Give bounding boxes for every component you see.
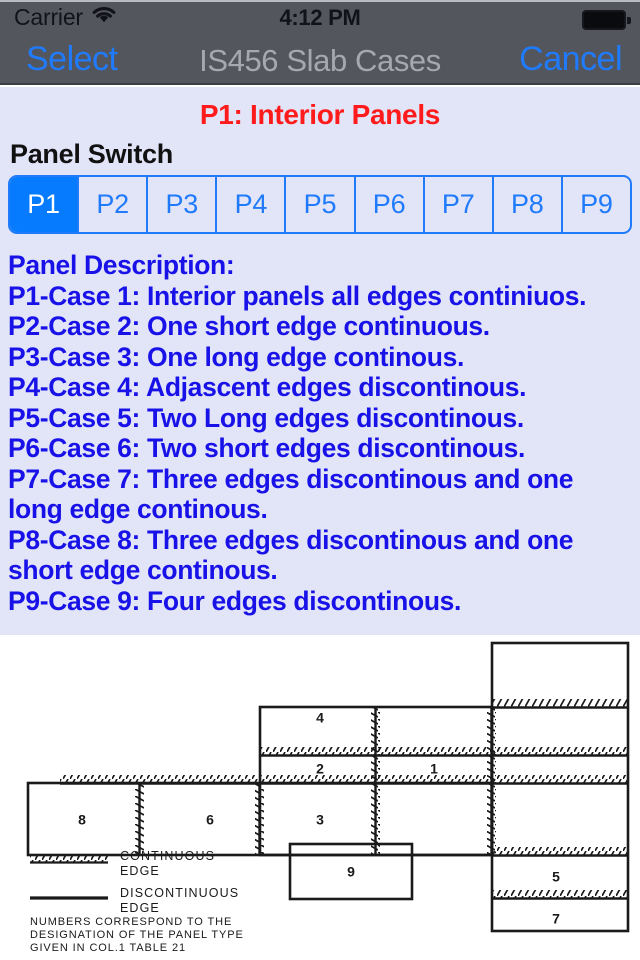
panel-column-right — [490, 641, 630, 933]
note-line-1: NUMBERS CORRESPOND TO THE — [30, 916, 232, 928]
description-line-p3: P3-Case 3: One long edge continous. — [8, 341, 464, 372]
case-title: P1: Interior Panels — [199, 99, 441, 130]
navigation-bar: Select IS456 Slab Cases Cancel — [0, 36, 640, 85]
continuous-edge-v4 — [135, 783, 144, 855]
legend-continuous-line1: CONTINUOUS — [120, 849, 215, 863]
panel-label-3: 3 — [316, 812, 324, 828]
description-heading: Panel Description: — [8, 250, 235, 280]
segment-p4[interactable]: P4 — [217, 177, 287, 232]
segment-p5[interactable]: P5 — [286, 177, 356, 232]
legend-discontinuous-line1: DISCONTINUOUS — [120, 886, 239, 900]
panel-label-1: 1 — [430, 761, 438, 777]
description-line-p2: P2-Case 2: One short edge continuous. — [8, 311, 490, 341]
panel-description-block: Panel Description: P1-Case 1: Interior p… — [8, 250, 630, 616]
segment-p6[interactable]: P6 — [356, 177, 425, 232]
slab-panel-diagram: 4 2 1 3 6 8 5 7 9 CONTINUOUS EDGE DISCON… — [0, 635, 640, 960]
panel-label-4: 4 — [316, 710, 324, 726]
description-line-p7: P7-Case 7: Three edges discontinous and … — [8, 463, 574, 525]
description-line-p5: P5-Case 5: Two Long edges discontinous. — [8, 402, 524, 433]
segment-p2[interactable]: P2 — [79, 177, 149, 232]
description-line-p9: P9-Case 9: Four edges discontinous. — [8, 585, 462, 616]
continuous-edge-v3 — [255, 783, 264, 855]
continuous-edge-h1 — [260, 747, 628, 757]
battery-icon — [582, 10, 631, 30]
diagram-note: NUMBERS CORRESPOND TO THE DESIGNATION OF… — [30, 916, 244, 954]
panel-label-5: 5 — [552, 869, 560, 885]
segment-p7[interactable]: P7 — [425, 177, 494, 232]
note-line-2: DESIGNATION OF THE PANEL TYPE — [30, 929, 244, 941]
diagram-legend: CONTINUOUS EDGE DISCONTINUOUS EDGE — [30, 849, 239, 915]
panel-label-7: 7 — [552, 911, 560, 927]
panel-label-2: 2 — [316, 761, 324, 777]
continuous-edge-h5 — [492, 890, 628, 900]
continuous-edge-h3 — [492, 699, 628, 709]
panel-label-8: 8 — [78, 812, 86, 828]
continuous-edge-v1 — [371, 707, 380, 855]
panel-segmented-control[interactable]: P1 P2 P3 P4 P5 P6 P7 P8 P9 — [8, 175, 632, 234]
description-line-p4: P4-Case 4: Adjascent edges discontinous. — [8, 372, 527, 402]
panel-switch-label: Panel Switch — [10, 139, 173, 169]
continuous-edge-h4 — [492, 847, 628, 857]
note-line-3: GIVEN IN COL.1 TABLE 21 — [30, 942, 186, 954]
continuous-edge-h2 — [60, 775, 628, 785]
panel-label-9: 9 — [347, 864, 355, 880]
diagram-geometry: 4 2 1 3 6 8 5 7 9 CONTINUOUS EDGE DISCON… — [26, 641, 630, 954]
legend-symbol-continuous — [30, 854, 108, 864]
description-line-p6: P6-Case 6: Two short edges discontinous. — [8, 433, 526, 463]
description-line-p8: P8-Case 8: Three edges discontinous and … — [8, 524, 574, 586]
status-time: 4:12 PM — [279, 5, 361, 30]
cancel-button[interactable]: Cancel — [519, 40, 622, 79]
diagram-svg: 4 2 1 3 6 8 5 7 9 CONTINUOUS EDGE DISCON… — [26, 641, 630, 954]
legend-discontinuous-line2: EDGE — [120, 901, 160, 915]
legend-continuous-line2: EDGE — [120, 864, 160, 878]
panel-label-6: 6 — [206, 812, 214, 828]
segment-p1[interactable]: P1 — [10, 177, 80, 232]
content-panel: P1: Interior Panels Panel Switch P1 P2 P… — [0, 87, 640, 635]
segment-p8[interactable]: P8 — [494, 177, 563, 232]
segment-p3[interactable]: P3 — [148, 177, 218, 232]
status-bar: Carrier 4:12 PM — [0, 0, 640, 36]
segment-p9[interactable]: P9 — [563, 177, 630, 232]
continuous-edge-v2 — [487, 707, 496, 855]
description-line-p1: P1-Case 1: Interior panels all edges con… — [8, 280, 587, 311]
